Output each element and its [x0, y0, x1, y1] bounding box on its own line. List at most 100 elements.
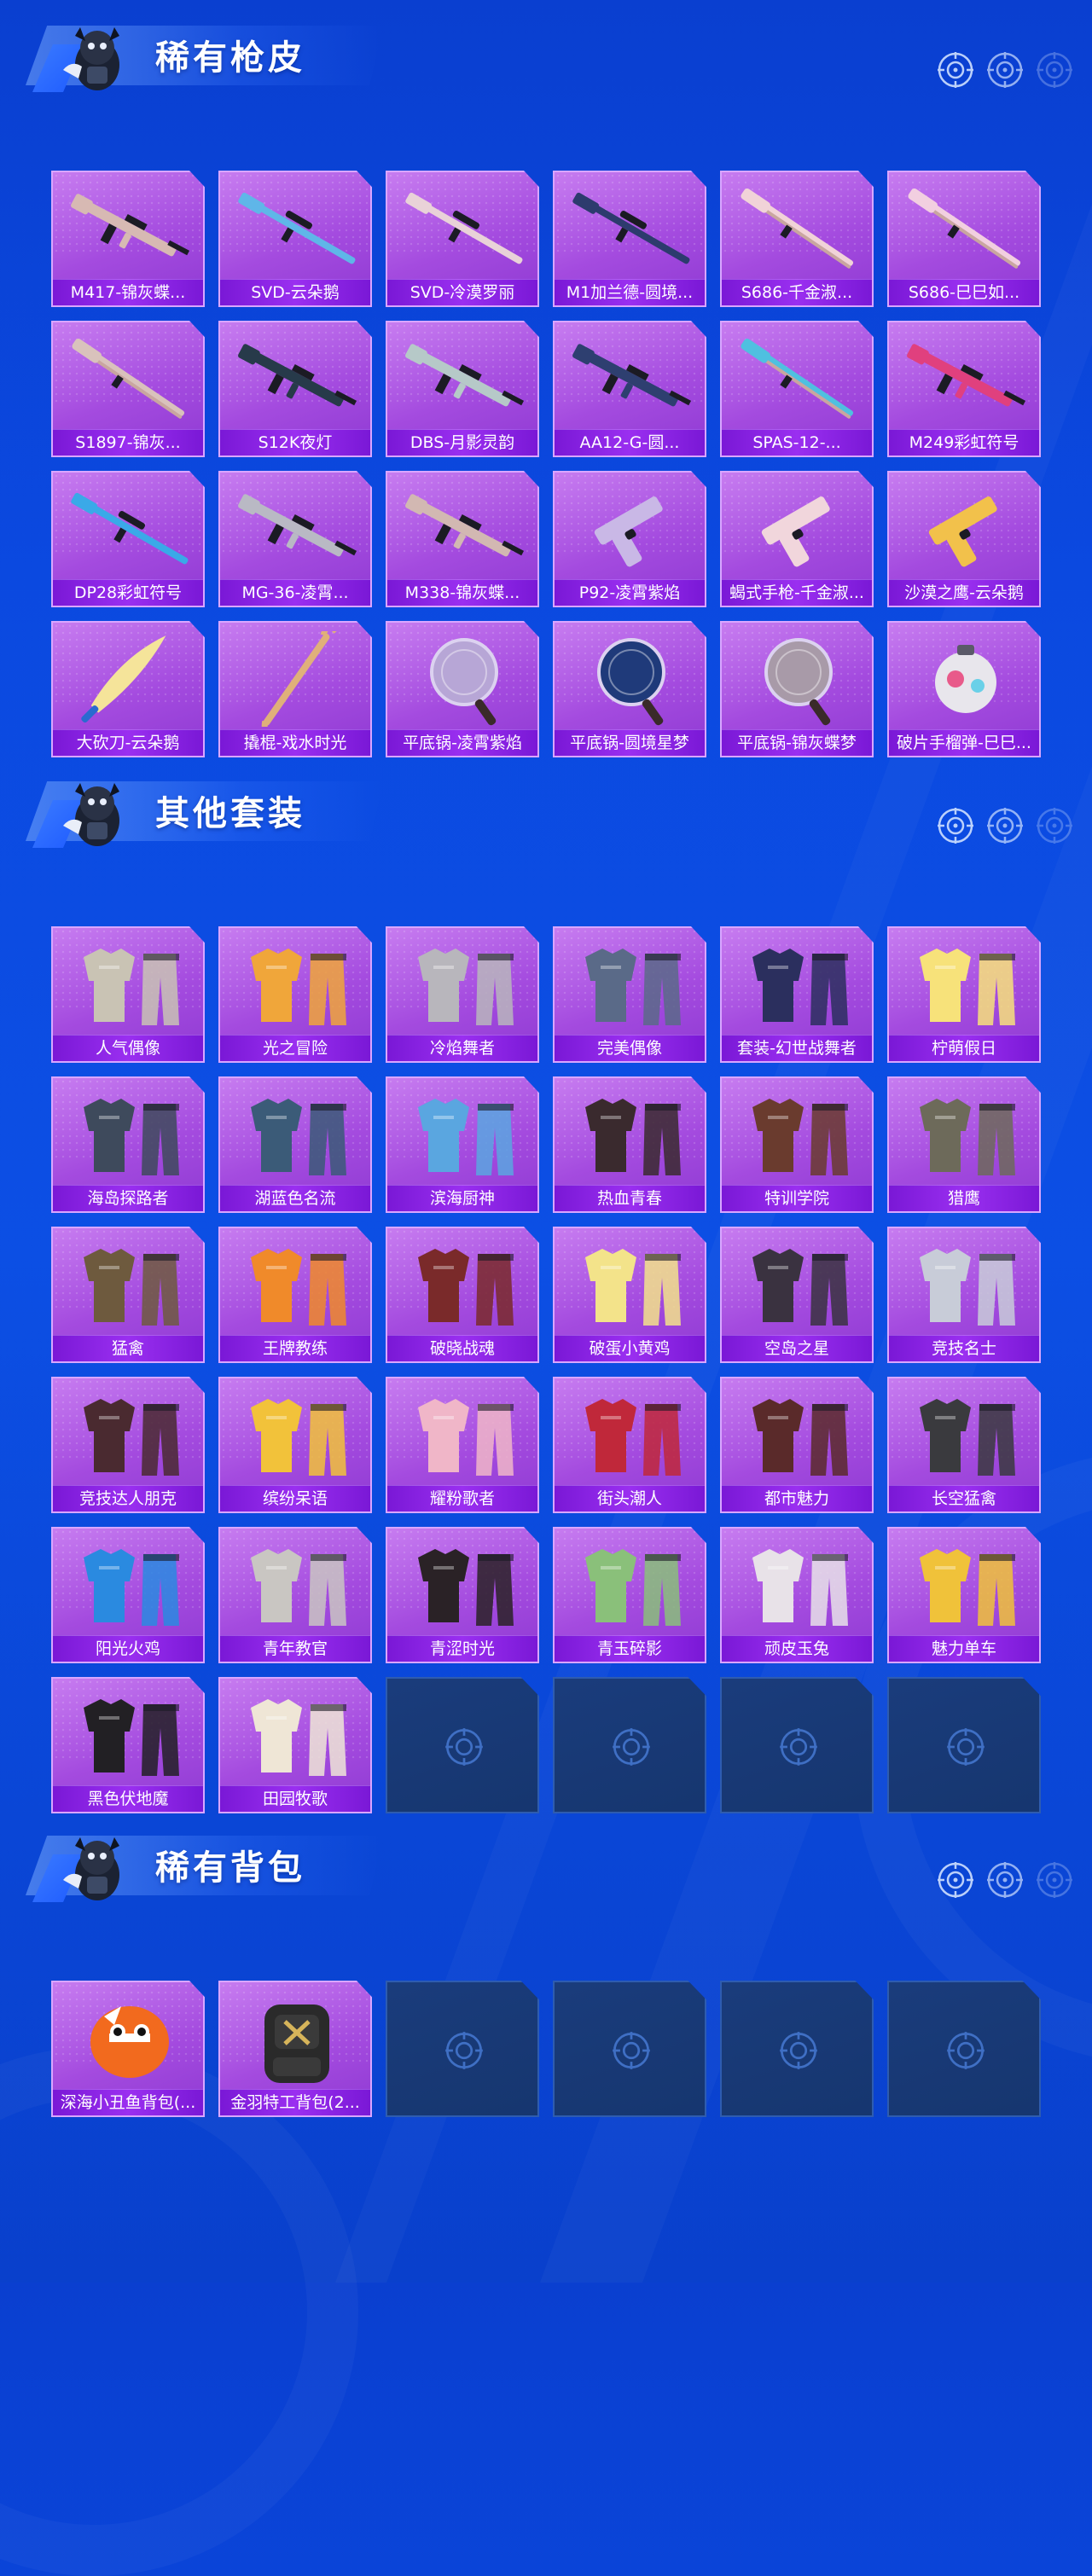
item-image [430, 638, 498, 726]
item-label: 都市魅力 [722, 1485, 872, 1511]
item-card[interactable]: SVD-云朵鹅 [218, 171, 372, 307]
item-label: 顽皮玉兔 [722, 1635, 872, 1662]
item-label: P92-凌霄紫焰 [555, 579, 705, 606]
item-card[interactable]: 大砍刀-云朵鹅 [51, 621, 205, 757]
item-card[interactable]: 完美偶像 [553, 926, 706, 1063]
item-card[interactable]: P92-凌霄紫焰 [553, 471, 706, 607]
item-card[interactable]: M249彩虹符号 [887, 321, 1041, 457]
item-image [251, 1249, 346, 1326]
item-label: 平底锅-凌霄紫焰 [387, 729, 537, 756]
item-card[interactable]: 青年教官 [218, 1527, 372, 1663]
item-card[interactable]: S686-千金淑... [720, 171, 874, 307]
item-card[interactable]: MG-36-凌霄... [218, 471, 372, 607]
item-label: S686-千金淑... [722, 279, 872, 305]
item-card[interactable]: 湖蓝色名流 [218, 1076, 372, 1213]
item-card[interactable]: 猎鹰 [887, 1076, 1041, 1213]
crosshair-icon [445, 2032, 483, 2069]
item-label: 撬棍-戏水时光 [220, 729, 370, 756]
item-image [572, 344, 692, 407]
mascot-icon [63, 27, 119, 90]
item-card[interactable]: 沙漠之鹰-云朵鹅 [887, 471, 1041, 607]
item-card[interactable]: 海岛探路者 [51, 1076, 205, 1213]
item-image [418, 949, 514, 1025]
item-image [585, 949, 681, 1025]
item-card[interactable]: 竞技达人朋克 [51, 1377, 205, 1513]
item-card[interactable]: S686-巳巳如... [887, 171, 1041, 307]
item-card[interactable]: 平底锅-圆境星梦 [553, 621, 706, 757]
crosshair-icon [780, 1728, 817, 1766]
item-card[interactable]: M338-锦灰蝶... [386, 471, 539, 607]
item-card[interactable]: 光之冒险 [218, 926, 372, 1063]
item-card[interactable]: 撬棍-戏水时光 [218, 621, 372, 757]
item-card[interactable]: 滨海厨神 [386, 1076, 539, 1213]
item-card[interactable]: SPAS-12-... [720, 321, 874, 457]
item-card[interactable]: M417-锦灰蝶... [51, 171, 205, 307]
target-decoration [937, 51, 1073, 89]
item-image [418, 1549, 514, 1626]
item-card[interactable]: 街头潮人 [553, 1377, 706, 1513]
item-card[interactable]: 青涩时光 [386, 1527, 539, 1663]
item-card[interactable]: 魅力单车 [887, 1527, 1041, 1663]
item-card[interactable]: 人气偶像 [51, 926, 205, 1063]
item-card[interactable]: M1加兰德-圆境... [553, 171, 706, 307]
crosshair-icon [947, 2032, 985, 2069]
item-card[interactable]: 王牌教练 [218, 1227, 372, 1363]
item-label: 阳光火鸡 [53, 1635, 203, 1662]
item-card[interactable]: 破蛋小黄鸡 [553, 1227, 706, 1363]
item-image [594, 496, 663, 567]
item-card[interactable]: S12K夜灯 [218, 321, 372, 457]
item-card[interactable]: 套装-幻世战舞者 [720, 926, 874, 1063]
item-card[interactable]: 金羽特工背包(2... [218, 1981, 372, 2117]
section: 稀有背包 深海小丑鱼背包(... 金羽特工背包(2... [0, 1810, 1092, 2117]
section-header: 稀有背包 [0, 1810, 1092, 1904]
item-card[interactable]: 破片手榴弹-巳巳... [887, 621, 1041, 757]
item-label: 大砍刀-云朵鹅 [53, 729, 203, 756]
item-card[interactable]: 空岛之星 [720, 1227, 874, 1363]
item-card[interactable]: 青玉碎影 [553, 1527, 706, 1663]
section-title: 稀有背包 [155, 1848, 305, 1888]
item-card[interactable]: DBS-月影灵韵 [386, 321, 539, 457]
item-card[interactable]: DP28彩虹符号 [51, 471, 205, 607]
item-card[interactable]: 顽皮玉兔 [720, 1527, 874, 1663]
item-card[interactable]: 蝎式手枪-千金淑... [720, 471, 874, 607]
mascot-icon [63, 1837, 119, 1900]
section: 其他套装 人气偶像 光之冒险 冷焰舞者 完美偶像 套装-幻世战舞者 柠萌假日 海… [0, 756, 1092, 1813]
item-card[interactable]: 缤纷呆语 [218, 1377, 372, 1513]
crosshair-icon [987, 52, 1023, 88]
item-image [238, 344, 357, 407]
item-card[interactable]: 长空猛禽 [887, 1377, 1041, 1513]
item-image [761, 496, 830, 567]
item-card[interactable]: 破晓战魂 [386, 1227, 539, 1363]
item-card[interactable]: 田园牧歌 [218, 1677, 372, 1813]
item-card[interactable]: 特训学院 [720, 1076, 874, 1213]
item-card[interactable]: 阳光火鸡 [51, 1527, 205, 1663]
item-card[interactable]: 深海小丑鱼背包(... [51, 1981, 205, 2117]
item-card[interactable]: 黑色伏地魔 [51, 1677, 205, 1813]
item-label: 海岛探路者 [53, 1185, 203, 1211]
item-card[interactable]: 冷焰舞者 [386, 926, 539, 1063]
item-card[interactable]: 都市魅力 [720, 1377, 874, 1513]
item-label: M249彩虹符号 [889, 429, 1039, 455]
item-card[interactable]: 竞技名士 [887, 1227, 1041, 1363]
item-card[interactable]: 平底锅-锦灰蝶梦 [720, 621, 874, 757]
item-image [418, 1249, 514, 1326]
item-image [84, 1549, 179, 1626]
crosshair-icon [445, 1728, 483, 1766]
item-image [71, 194, 190, 257]
crosshair-icon [947, 1728, 985, 1766]
crosshair-icon [1037, 1862, 1072, 1898]
item-card[interactable]: 猛禽 [51, 1227, 205, 1363]
item-card[interactable]: 平底锅-凌霄紫焰 [386, 621, 539, 757]
item-card[interactable]: AA12-G-圆... [553, 321, 706, 457]
item-card[interactable]: 热血青春 [553, 1076, 706, 1213]
item-label: 沙漠之鹰-云朵鹅 [889, 579, 1039, 606]
item-image [84, 1249, 179, 1326]
item-card[interactable]: 柠萌假日 [887, 926, 1041, 1063]
item-image [264, 2005, 329, 2083]
item-label: 竞技名士 [889, 1335, 1039, 1361]
crosshair-icon [987, 808, 1023, 844]
item-card[interactable]: 耀粉歌者 [386, 1377, 539, 1513]
item-card[interactable]: S1897-锦灰... [51, 321, 205, 457]
item-card[interactable]: SVD-冷漠罗丽 [386, 171, 539, 307]
crosshair-icon [613, 1728, 650, 1766]
